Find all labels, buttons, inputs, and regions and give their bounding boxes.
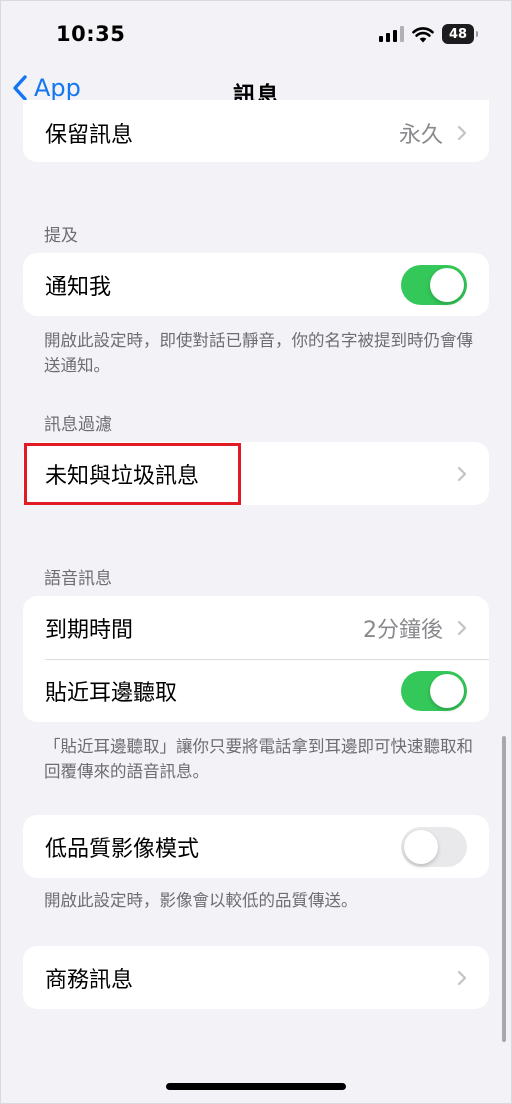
retention-value: 永久 xyxy=(398,123,443,148)
audio-footer: 「貼近耳邊聽取」讓你只要將電話拿到耳邊即可快速聽取和回覆傳來的語音訊息。 xyxy=(44,737,473,781)
chevron-right-icon xyxy=(457,970,467,985)
home-indicator[interactable] xyxy=(166,1083,346,1090)
status-icons: 48 xyxy=(379,24,478,44)
notify-me-row: 通知我 xyxy=(23,253,489,316)
mentions-footer: 開啟此設定時，即使對話已靜音，你的名字被提到時仍會傳送通知。 xyxy=(44,331,473,375)
raise-to-listen-row: 貼近耳邊聽取 xyxy=(23,659,489,722)
retention-label: 保留訊息 xyxy=(45,123,134,148)
expire-label: 到期時間 xyxy=(45,617,134,643)
mentions-group: 通知我 xyxy=(23,253,489,316)
expire-value: 2分鐘後 xyxy=(363,617,443,643)
notify-me-label: 通知我 xyxy=(45,274,112,300)
cellular-signal-icon xyxy=(379,26,404,42)
scrollbar[interactable] xyxy=(502,736,506,1042)
retention-row[interactable]: 保留訊息 永久 xyxy=(23,100,489,162)
filtering-header: 訊息過濾 xyxy=(44,415,112,435)
unknown-spam-row[interactable]: 未知與垃圾訊息 xyxy=(23,442,489,505)
low-quality-toggle[interactable] xyxy=(401,826,467,867)
chevron-right-icon xyxy=(457,125,467,141)
low-quality-group: 低品質影像模式 xyxy=(23,815,489,878)
raise-to-listen-toggle[interactable] xyxy=(401,670,467,711)
status-time: 10:35 xyxy=(56,22,126,46)
low-quality-footer: 開啟此設定時，影像會以較低的品質傳送。 xyxy=(44,891,358,910)
mentions-header: 提及 xyxy=(44,226,78,246)
retention-group: 保留訊息 永久 xyxy=(23,100,489,162)
raise-to-listen-label: 貼近耳邊聽取 xyxy=(45,680,178,706)
chevron-right-icon xyxy=(457,466,467,481)
screen-frame xyxy=(0,0,512,1104)
business-label: 商務訊息 xyxy=(45,967,134,993)
audio-header: 語音訊息 xyxy=(44,569,112,589)
notify-me-toggle[interactable] xyxy=(401,264,467,305)
expire-row[interactable]: 到期時間 2分鐘後 xyxy=(23,596,489,659)
filtering-group: 未知與垃圾訊息 xyxy=(23,442,489,505)
chevron-right-icon xyxy=(457,620,467,635)
business-group: 商務訊息 xyxy=(23,946,489,1009)
business-row[interactable]: 商務訊息 xyxy=(23,946,489,1009)
unknown-spam-label: 未知與垃圾訊息 xyxy=(45,463,200,489)
audio-group: 到期時間 2分鐘後 貼近耳邊聽取 xyxy=(23,596,489,722)
wifi-icon xyxy=(412,26,434,42)
low-quality-row: 低品質影像模式 xyxy=(23,815,489,878)
low-quality-label: 低品質影像模式 xyxy=(45,836,200,862)
battery-icon: 48 xyxy=(442,24,478,44)
